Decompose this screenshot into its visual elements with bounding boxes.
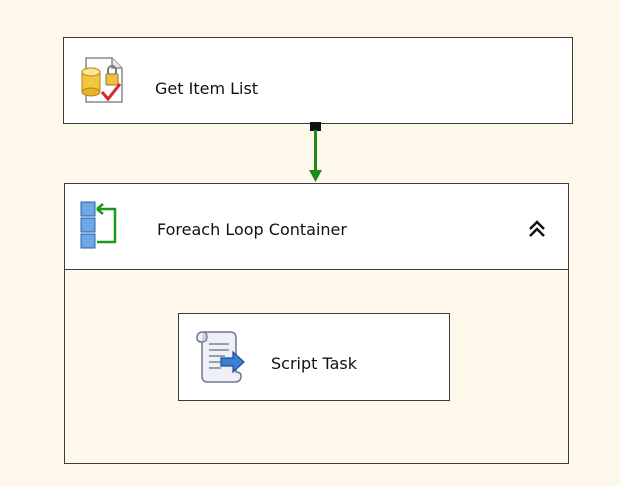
container-label-foreach: Foreach Loop Container — [157, 220, 347, 239]
task-label-get-item-list: Get Item List — [155, 79, 259, 98]
sql-task-icon — [81, 57, 123, 103]
task-get-item-list[interactable]: Get Item List — [63, 37, 573, 124]
task-script-task[interactable]: Script Task — [178, 313, 450, 401]
foreach-loop-icon — [80, 201, 117, 249]
container-header[interactable]: Foreach Loop Container — [65, 184, 568, 270]
collapse-chevron-up-icon[interactable] — [525, 217, 549, 241]
precedence-constraint-arrow[interactable] — [300, 122, 330, 188]
script-task-icon — [196, 331, 245, 383]
design-surface[interactable]: Get Item List Foreach Loop Container Scr… — [0, 0, 620, 486]
task-label-script-task: Script Task — [271, 354, 358, 373]
